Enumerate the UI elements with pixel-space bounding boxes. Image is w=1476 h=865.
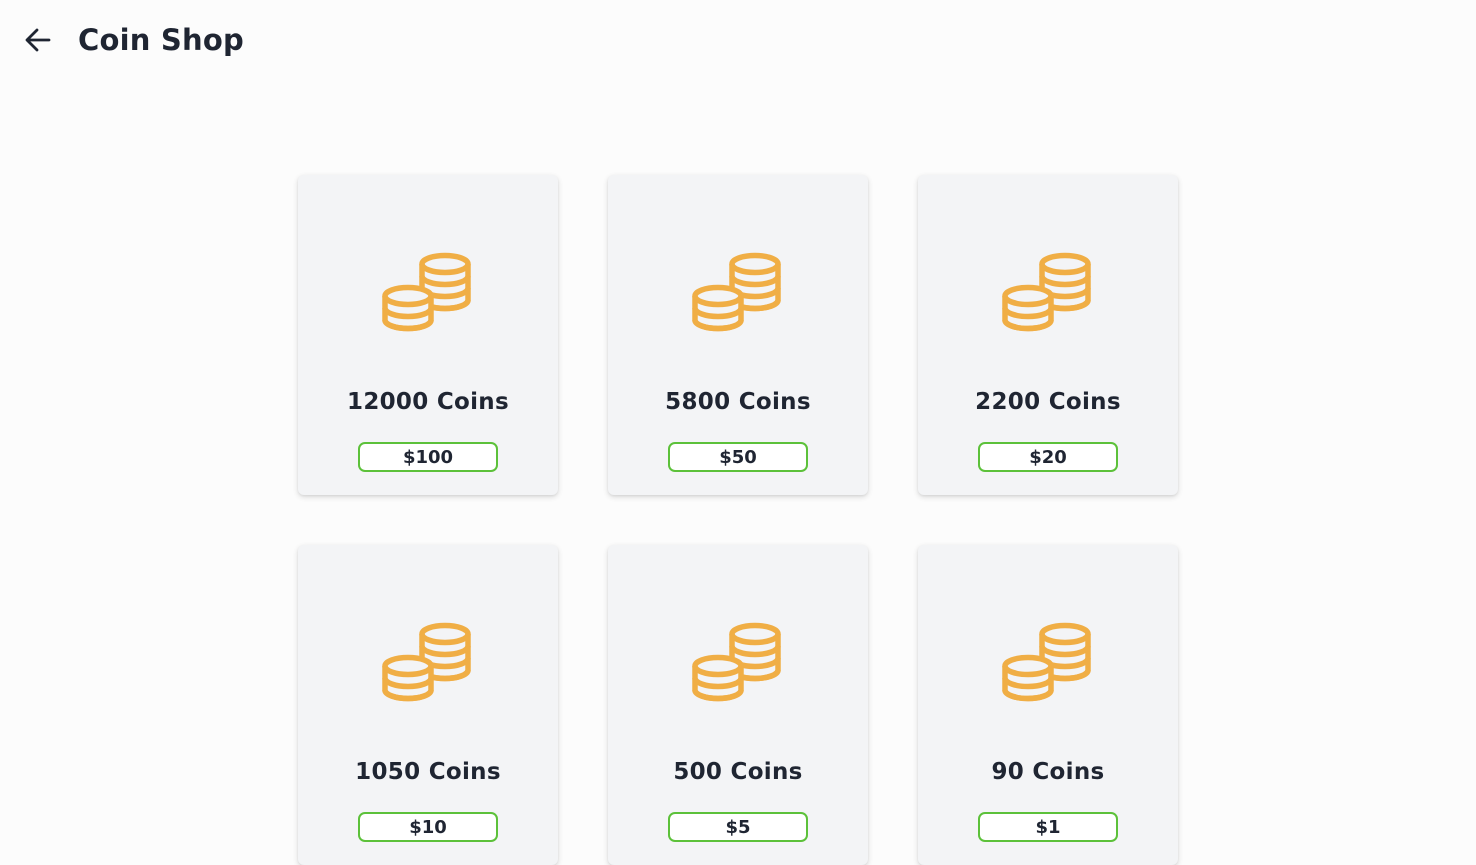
coin-pack-amount: 12000 Coins xyxy=(347,389,509,415)
coin-pack-card[interactable]: 90 Coins $1 xyxy=(918,545,1178,865)
coin-pack-amount: 90 Coins xyxy=(991,759,1105,785)
top-bar: Coin Shop xyxy=(0,0,1476,80)
coin-pack-grid: 12000 Coins $100 5800 Coins $50 2200 Coi… xyxy=(298,175,1178,865)
page-title: Coin Shop xyxy=(78,23,244,57)
coin-pack-card[interactable]: 2200 Coins $20 xyxy=(918,175,1178,495)
back-button[interactable] xyxy=(20,22,56,58)
buy-button[interactable]: $10 xyxy=(358,812,498,842)
coin-pack-amount: 5800 Coins xyxy=(665,389,811,415)
buy-button[interactable]: $1 xyxy=(978,812,1118,842)
coin-pack-amount: 2200 Coins xyxy=(975,389,1121,415)
buy-button[interactable]: $20 xyxy=(978,442,1118,472)
coins-stack-icon xyxy=(692,622,781,702)
coin-pack-card[interactable]: 1050 Coins $10 xyxy=(298,545,558,865)
coin-pack-card[interactable]: 500 Coins $5 xyxy=(608,545,868,865)
coins-stack-icon xyxy=(382,622,471,702)
arrow-left-icon xyxy=(25,28,51,52)
coins-stack-icon xyxy=(1002,622,1091,702)
coins-stack-icon xyxy=(382,252,471,332)
buy-button[interactable]: $100 xyxy=(358,442,498,472)
coin-pack-card[interactable]: 5800 Coins $50 xyxy=(608,175,868,495)
coin-pack-amount: 1050 Coins xyxy=(355,759,501,785)
coin-pack-card[interactable]: 12000 Coins $100 xyxy=(298,175,558,495)
coin-pack-amount: 500 Coins xyxy=(673,759,803,785)
buy-button[interactable]: $50 xyxy=(668,442,808,472)
coins-stack-icon xyxy=(692,252,781,332)
buy-button[interactable]: $5 xyxy=(668,812,808,842)
coins-stack-icon xyxy=(1002,252,1091,332)
